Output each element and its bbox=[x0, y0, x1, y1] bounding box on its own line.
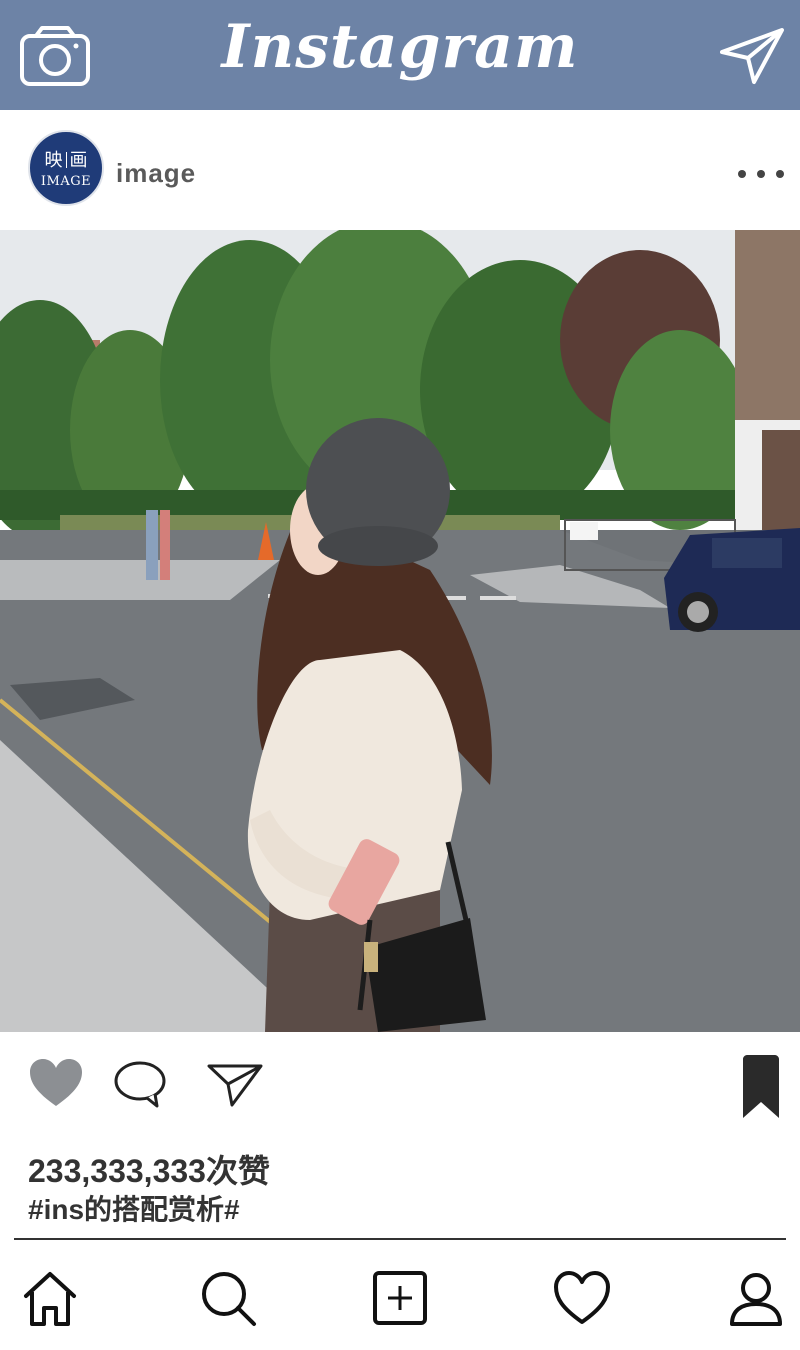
post-caption[interactable]: #ins的搭配赏析# bbox=[28, 1188, 240, 1228]
send-icon[interactable] bbox=[718, 26, 786, 86]
post-actions bbox=[0, 1032, 800, 1142]
profile-icon[interactable] bbox=[726, 1268, 786, 1328]
post-photo[interactable] bbox=[0, 230, 800, 1032]
comment-icon[interactable] bbox=[113, 1060, 167, 1108]
like-count: 233,333,333次赞 bbox=[28, 1153, 270, 1189]
bookmark-icon[interactable] bbox=[740, 1054, 782, 1120]
avatar-en-text: IMAGE bbox=[40, 174, 92, 189]
avatar-cn-text: 映画 bbox=[44, 150, 88, 171]
street-scene-image bbox=[0, 230, 800, 1032]
divider bbox=[14, 1238, 786, 1240]
username[interactable]: image bbox=[116, 158, 196, 189]
more-dots-icon[interactable] bbox=[736, 168, 786, 180]
heart-icon[interactable] bbox=[28, 1058, 84, 1108]
app-logo-title: Instagram bbox=[221, 12, 579, 82]
add-post-icon[interactable] bbox=[370, 1268, 430, 1328]
post-header: 映画 IMAGE image bbox=[0, 110, 800, 230]
share-send-icon[interactable] bbox=[206, 1062, 264, 1108]
activity-heart-icon[interactable] bbox=[552, 1268, 612, 1328]
home-icon[interactable] bbox=[20, 1268, 80, 1328]
avatar[interactable]: 映画 IMAGE bbox=[28, 130, 104, 206]
top-bar: Instagram bbox=[0, 0, 800, 110]
search-icon[interactable] bbox=[198, 1268, 258, 1328]
